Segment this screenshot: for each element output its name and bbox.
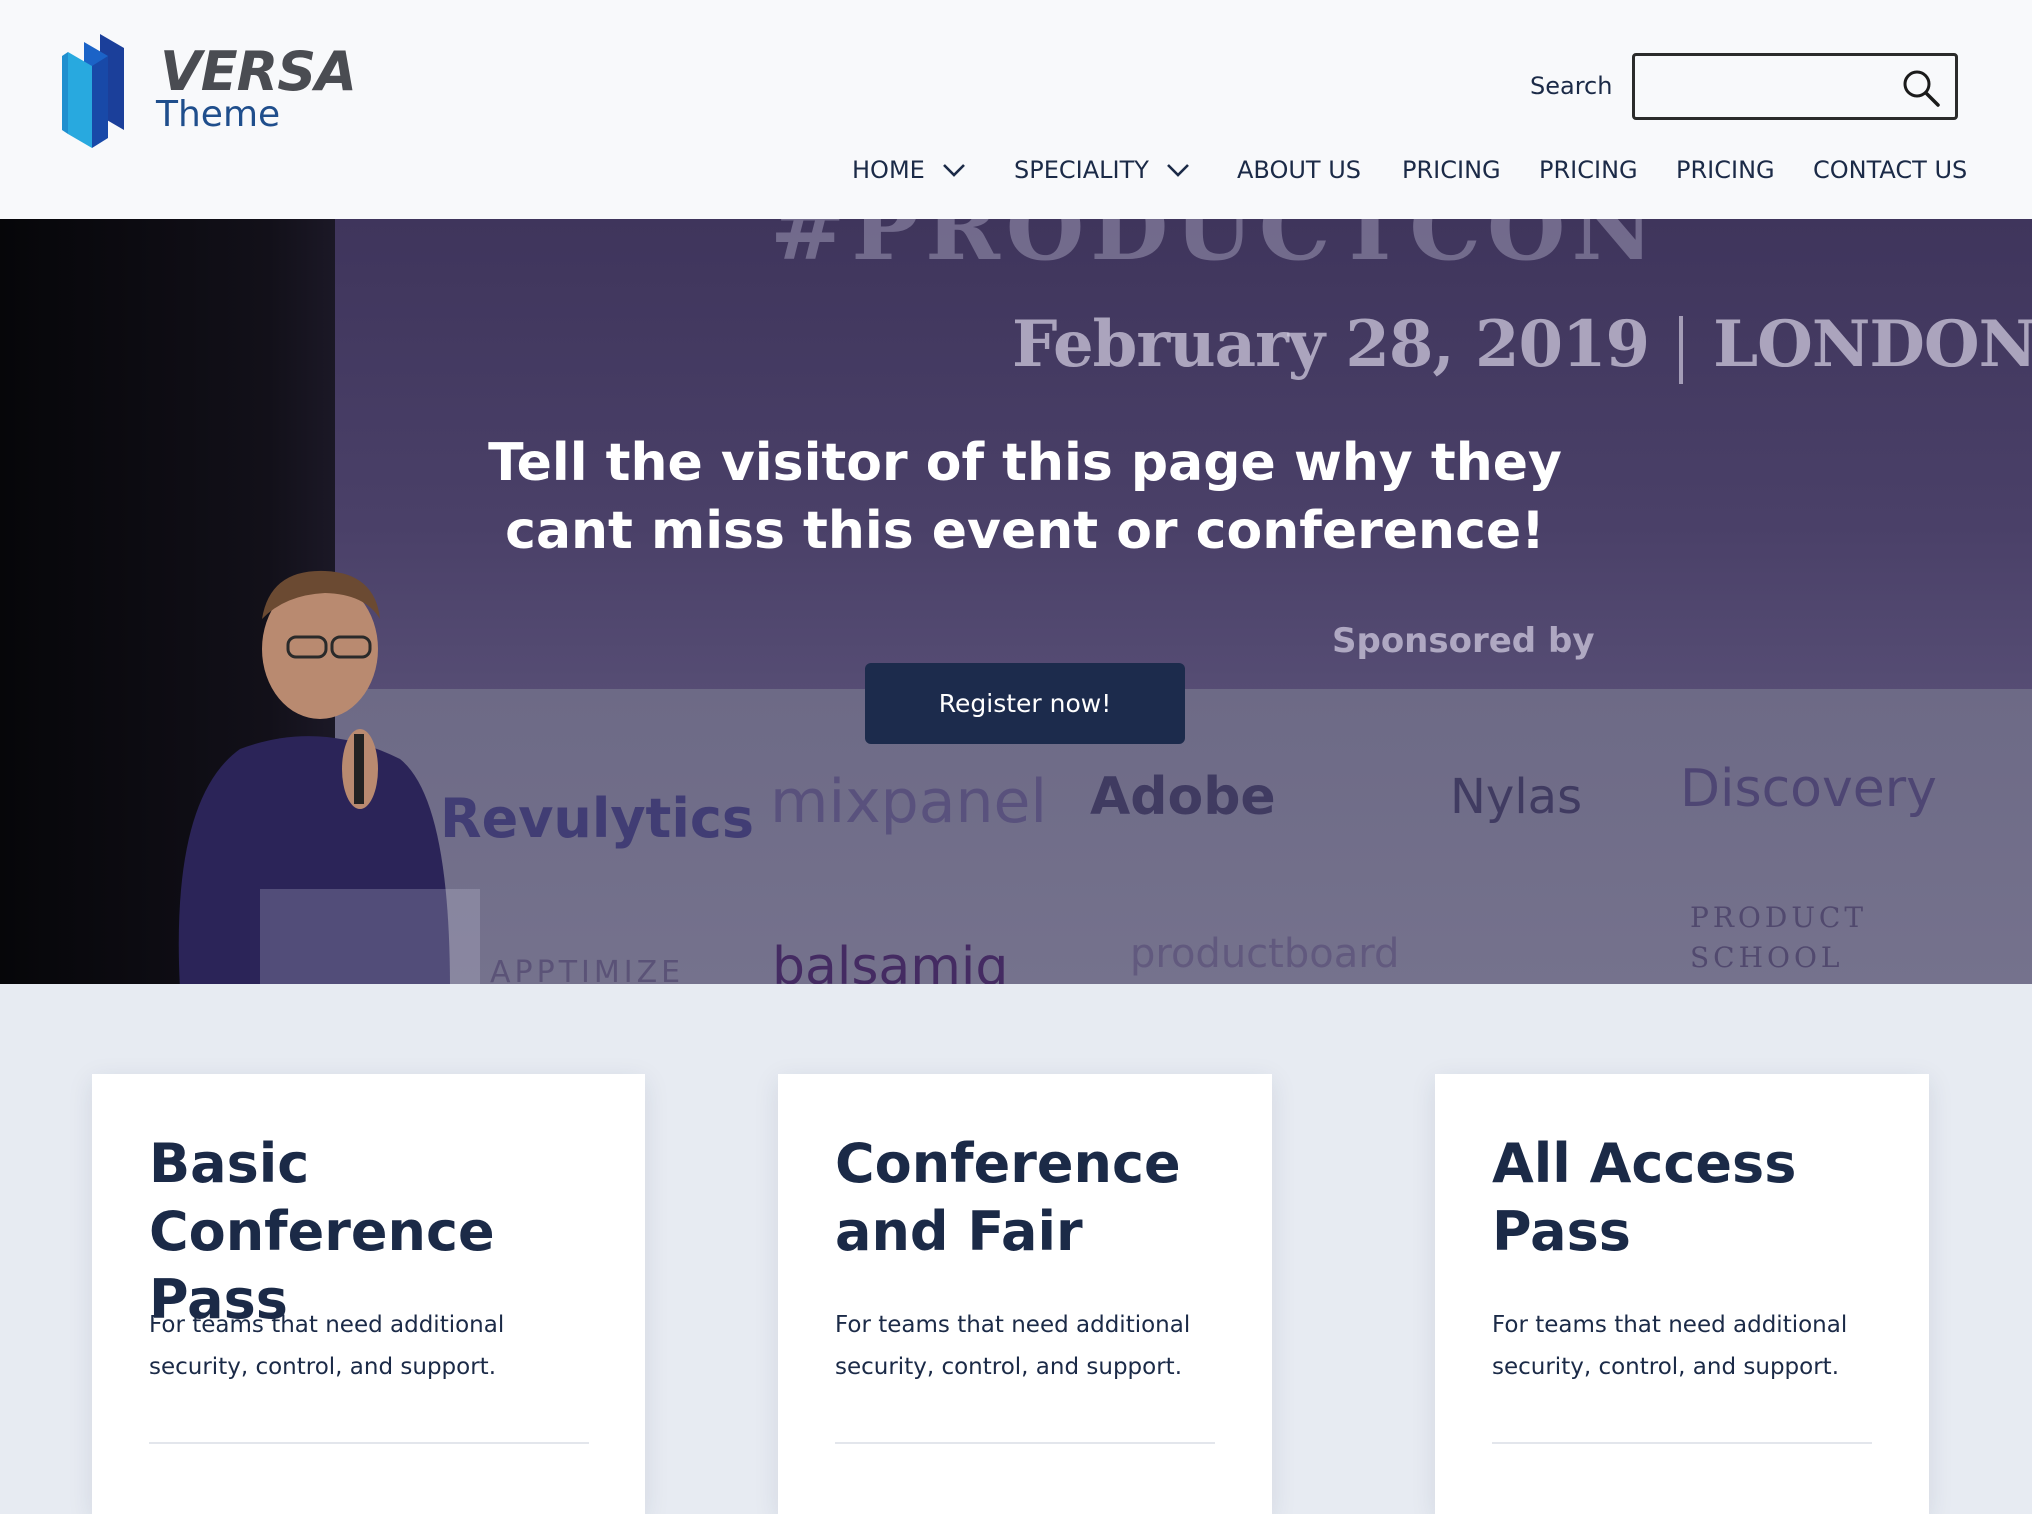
chevron-down-icon	[942, 164, 965, 177]
sponsor-logo: mixpanel	[770, 767, 1048, 837]
search-box	[1632, 53, 1958, 120]
nav-item-contact-us[interactable]: CONTACT US	[1813, 156, 1967, 184]
sponsor-logo: Revulytics	[440, 787, 755, 850]
pricing-card: Basic Conference Pass For teams that nee…	[92, 1074, 645, 1514]
sponsor-logo: APPTIMIZE	[490, 955, 685, 984]
card-description: For teams that need additional security,…	[835, 1312, 1191, 1380]
nav-item-label: PRICING	[1539, 156, 1638, 184]
chevron-down-icon	[1166, 164, 1189, 177]
divider	[1679, 315, 1684, 384]
nav-item-pricing[interactable]: PRICING	[1402, 156, 1501, 184]
brand-subname: Theme	[156, 94, 281, 135]
hero-photo-date: February 28, 2019 LONDON	[1012, 307, 2032, 384]
sponsor-logo: PRODUCT	[1690, 901, 1868, 934]
nav-item-label: ABOUT US	[1237, 156, 1362, 184]
card-title: All Access Pass	[1492, 1132, 1797, 1263]
search-label: Search	[1530, 72, 1613, 100]
hero-photo-city: LONDON	[1713, 307, 2032, 382]
pricing-card: All Access Pass For teams that need addi…	[1435, 1074, 1929, 1514]
sponsor-logo: Discovery	[1680, 759, 1937, 819]
card-description: For teams that need additional security,…	[149, 1312, 505, 1380]
hero-photo-event-name: #PRODUCTCON	[770, 219, 1660, 281]
sponsor-logo: Nylas	[1450, 769, 1583, 825]
nav-item-label: CONTACT US	[1813, 156, 1968, 184]
search-input[interactable]	[1645, 64, 1885, 108]
sponsor-logo: Adobe	[1090, 767, 1276, 827]
hero-photo-sponsored-label: Sponsored by	[1332, 621, 1595, 661]
card-title: Conference and Fair	[835, 1132, 1181, 1263]
divider	[835, 1442, 1215, 1444]
speaker-silhouette	[178, 570, 480, 984]
sponsor-logo: SCHOOL	[1690, 941, 1844, 974]
cube-logo-icon	[62, 34, 124, 148]
card-description: For teams that need additional security,…	[1492, 1312, 1848, 1380]
nav-item-label: PRICING	[1402, 156, 1501, 184]
nav-item-home[interactable]: HOME	[852, 156, 967, 184]
search-icon[interactable]	[1901, 68, 1941, 108]
nav-item-about-us[interactable]: ABOUT US	[1237, 156, 1361, 184]
nav-item-label: PRICING	[1676, 156, 1775, 184]
nav-item-label: SPECIALITY	[1014, 156, 1149, 184]
divider	[149, 1442, 589, 1444]
divider	[1492, 1442, 1872, 1444]
site-header: VERSA Theme Search HOME SPECIALITY ABOUT…	[0, 0, 2032, 219]
hero-title: Tell the visitor of this page why they c…	[488, 433, 1562, 561]
pricing-card: Conference and Fair For teams that need …	[778, 1074, 1272, 1514]
brand-logo[interactable]: VERSA Theme	[62, 34, 357, 150]
main-nav: HOME SPECIALITY ABOUT US PRICING PRICING…	[0, 150, 2032, 194]
register-button[interactable]: Register now!	[865, 663, 1185, 744]
hero-photo-date-text: February 28, 2019	[1012, 307, 1650, 382]
sponsor-logo: balsamiq	[772, 937, 1009, 984]
sponsor-logo: productboard	[1130, 931, 1400, 977]
nav-item-pricing[interactable]: PRICING	[1676, 156, 1775, 184]
nav-item-speciality[interactable]: SPECIALITY	[1014, 156, 1191, 184]
nav-item-label: HOME	[852, 156, 925, 184]
hero-banner: #PRODUCTCON February 28, 2019 LONDON Spon…	[0, 219, 2032, 984]
nav-item-pricing[interactable]: PRICING	[1539, 156, 1638, 184]
